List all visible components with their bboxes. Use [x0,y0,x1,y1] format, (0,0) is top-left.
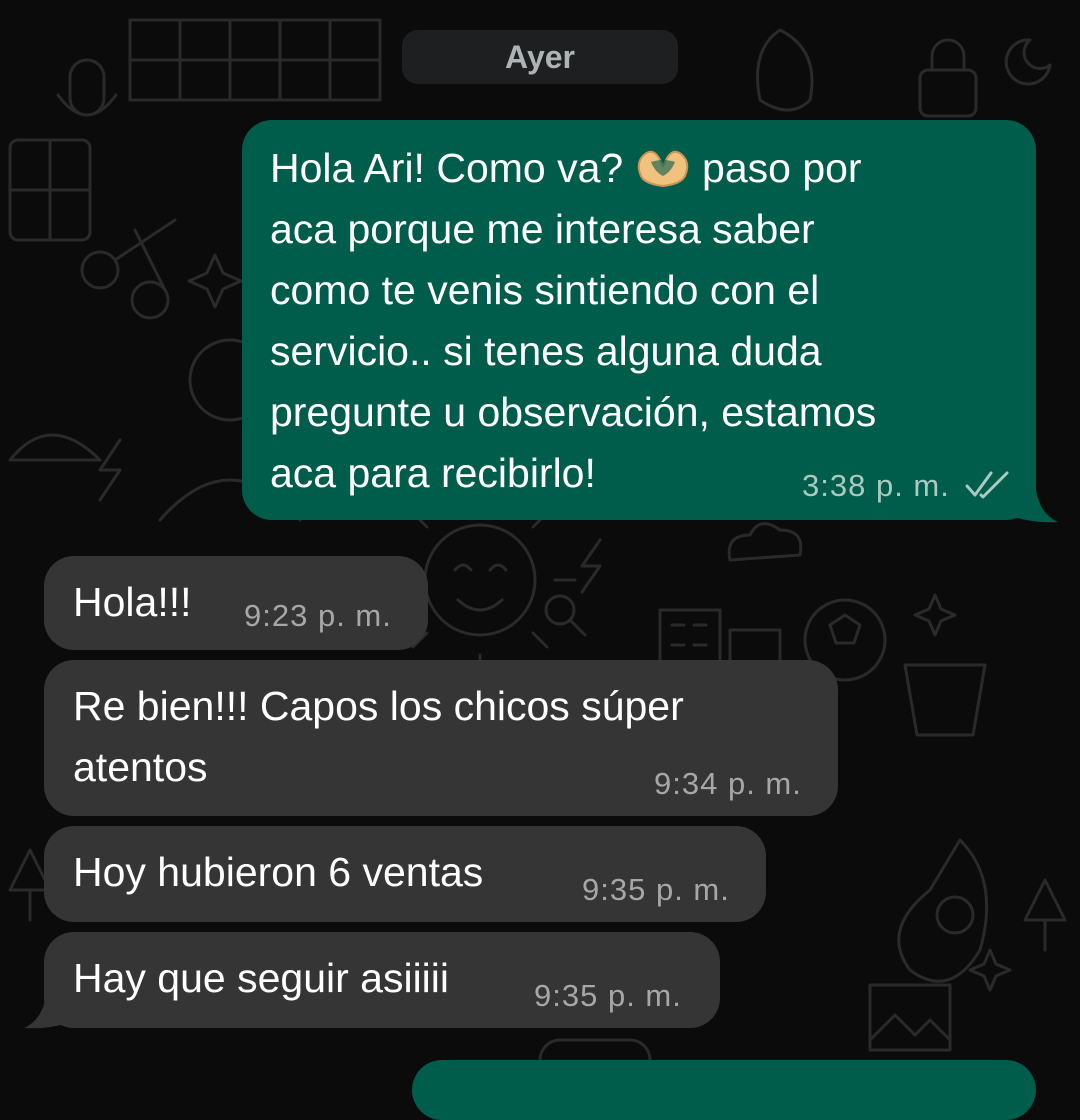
taco-doodle-icon [8,433,102,462]
message-line: como te venis sintiendo con el [270,267,820,313]
padlock-doodle-icon [918,38,978,118]
date-divider: Ayer [402,30,678,84]
message-text: Re bien!!! Capos los chicos súper atento… [73,676,684,798]
moon-doodle-icon [1004,38,1052,86]
message-bubble-incoming[interactable]: Hay que seguir asiiiii 9:35 p. m. [44,932,720,1028]
microphone-doodle-icon [56,58,118,117]
crossword-doodle-icon [128,18,382,102]
message-bubble-incoming[interactable]: Hoy hubieron 6 ventas 9:35 p. m. [44,826,766,922]
corn-doodle-icon [756,28,814,112]
double-check-read-icon [965,471,1009,499]
message-time: 9:34 p. m. [654,766,802,801]
message-time: 9:35 p. m. [582,872,730,907]
message-time: 3:38 p. m. [802,468,950,503]
scissors-doodle-icon [80,218,177,320]
photo-frame-doodle-icon [868,983,952,1052]
message-bubble-incoming[interactable]: Re bien!!! Capos los chicos súper atento… [44,660,838,816]
message-meta: 3:38 p. m. [802,468,1011,504]
message-line: pregunte u observación, estamos [270,389,877,435]
message-text: Hay que seguir asiiiii [73,955,450,1001]
message-line: paso por [702,145,862,191]
message-line: Re bien!!! Capos los chicos súper [73,683,684,729]
message-text: Hola Ari! Como va? paso por aca porque m… [270,138,876,504]
message-line: aca para recibirlo! [270,450,596,496]
pot-doodle-icon [903,663,987,737]
avocado-doodle-icon [897,838,989,983]
magnifier-doodle-icon [544,594,587,637]
message-bubble-outgoing-partial[interactable] [412,1060,1036,1120]
heart-hands-emoji-icon [637,150,688,188]
message-line: atentos [73,744,208,790]
message-bubble-incoming[interactable]: Hola!!! 9:23 p. m. [44,556,428,650]
message-time: 9:23 p. m. [244,598,392,633]
message-line: servicio.. si tenes alguna duda [270,328,822,374]
message-text: Hoy hubieron 6 ventas [73,849,484,895]
cloud-doodle-icon [727,522,803,562]
message-time: 9:35 p. m. [534,978,682,1013]
message-text: Hola!!! [73,579,192,625]
message-line: aca porque me interesa saber [270,206,815,252]
message-line: Hola Ari! Como va? [270,145,624,191]
calculator-doodle-icon [8,138,92,242]
message-bubble-outgoing[interactable]: Hola Ari! Como va? paso por aca porque m… [242,120,1036,520]
